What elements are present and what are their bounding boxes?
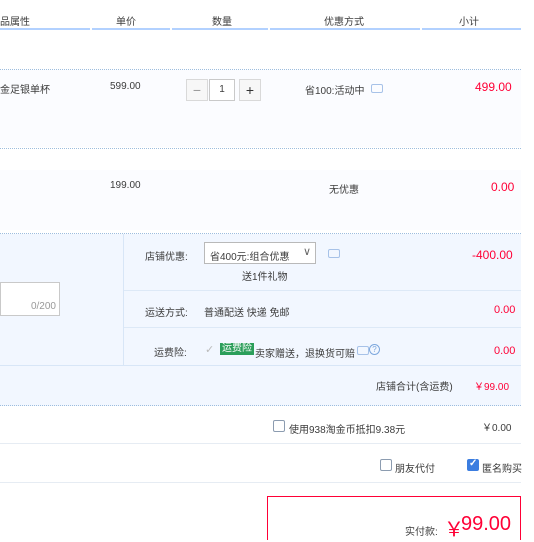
insurance-tag: 运费险 xyxy=(220,343,254,355)
cart-item-2 xyxy=(0,170,521,230)
insurance-amount: 0.00 xyxy=(494,345,516,357)
insurance-text: 卖家赠送，退换货可赔 xyxy=(255,349,355,360)
chevron-down-icon: ∨ xyxy=(302,246,311,258)
coins-label: 使用938淘金币抵扣9.38元 xyxy=(289,425,406,436)
divider xyxy=(0,405,521,406)
anonymous-checkbox[interactable] xyxy=(467,458,479,471)
friend-pay-checkbox[interactable] xyxy=(380,459,392,471)
chat-bubble-icon[interactable] xyxy=(328,249,340,258)
divider xyxy=(0,482,521,483)
coins-value: ￥0.00 xyxy=(482,423,512,434)
quantity-plus-button[interactable]: + xyxy=(239,79,261,101)
item-price: 599.00 xyxy=(110,81,141,92)
item-subtotal: 0.00 xyxy=(491,180,515,194)
insurance-label: 运费险: xyxy=(154,348,187,359)
header-subtotal: 小计 xyxy=(459,17,479,28)
header-price: 单价 xyxy=(116,17,136,28)
coins-checkbox[interactable] xyxy=(273,420,285,432)
item-price: 199.00 xyxy=(110,180,141,191)
shipping-value: 普通配送 快递 免邮 xyxy=(204,308,290,319)
pay-label: 实付款: xyxy=(405,527,438,538)
divider xyxy=(124,327,521,328)
check-icon: ✓ xyxy=(205,344,215,356)
header-qty: 数量 xyxy=(212,17,232,28)
item-subtotal: 499.00 xyxy=(475,80,512,94)
shop-discount-value: 省400元:组合优惠 xyxy=(210,252,290,263)
shop-total-label: 店铺合计(含运费) xyxy=(376,382,453,393)
quantity-input[interactable]: 1 xyxy=(209,79,235,101)
header-attr: 品属性 xyxy=(0,17,30,28)
shop-discount-select[interactable]: 省400元:组合优惠 ∨ xyxy=(204,242,316,264)
friend-pay-label: 朋友代付 xyxy=(395,464,435,475)
divider xyxy=(0,443,521,444)
shipping-label: 运送方式: xyxy=(145,308,188,319)
shop-total-value: ￥99.00 xyxy=(474,382,510,393)
pay-summary-box: 实付款: ￥ 99.00 xyxy=(267,496,521,541)
header-promo: 优惠方式 xyxy=(324,17,364,28)
quantity-minus-button[interactable]: − xyxy=(186,79,208,101)
divider xyxy=(124,290,521,291)
anonymous-label: 匿名购买 xyxy=(482,464,522,475)
chat-bubble-icon[interactable] xyxy=(371,84,383,93)
header-divider xyxy=(0,28,90,30)
shop-discount-label: 店铺优惠: xyxy=(145,252,188,263)
shipping-amount: 0.00 xyxy=(494,304,516,316)
item-promo[interactable]: 省100:活动中 xyxy=(305,82,364,97)
help-icon[interactable]: ? xyxy=(369,344,380,355)
header-divider xyxy=(422,28,521,30)
message-textarea[interactable]: 0/200 xyxy=(0,282,60,316)
panel-separator xyxy=(123,234,124,365)
shop-discount-amount: -400.00 xyxy=(472,248,513,262)
header-divider xyxy=(270,28,420,30)
divider xyxy=(0,148,521,149)
header-divider xyxy=(172,28,268,30)
pay-amount: 99.00 xyxy=(461,513,512,535)
item-title[interactable]: 金足银单杯 xyxy=(0,81,50,96)
header-divider xyxy=(92,28,170,30)
item-promo: 无优惠 xyxy=(329,185,359,196)
chat-bubble-icon[interactable] xyxy=(357,346,369,355)
message-char-count: 0/200 xyxy=(30,301,56,312)
shop-discount-gift: 送1件礼物 xyxy=(242,272,288,283)
